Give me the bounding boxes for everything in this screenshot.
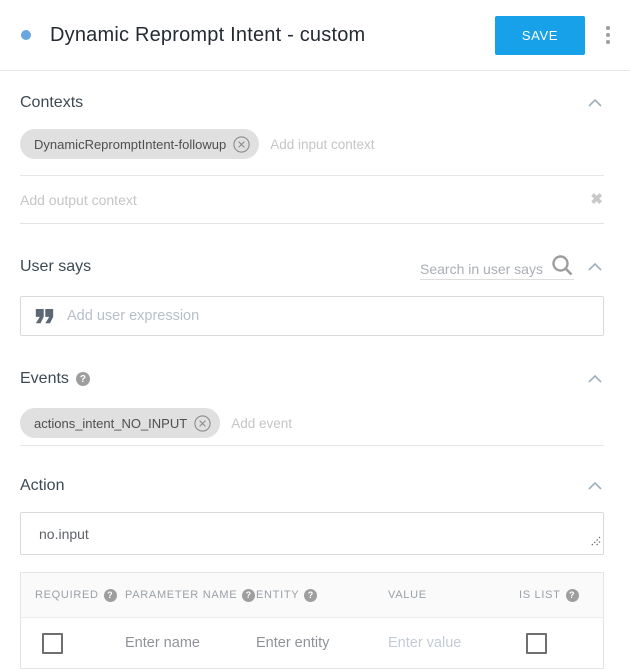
divider	[20, 445, 604, 446]
required-checkbox[interactable]	[42, 633, 63, 654]
add-output-context-field[interactable]	[20, 192, 589, 208]
events-section: Events ? actions_intent_NO_INPUT	[20, 370, 604, 446]
add-event-field[interactable]	[231, 416, 604, 431]
entity-help-icon[interactable]: ?	[304, 589, 317, 602]
column-is-list: IS LIST ?	[505, 589, 603, 602]
column-value: VALUE	[374, 589, 505, 601]
quote-icon	[35, 309, 54, 324]
input-context-chip[interactable]: DynamicRepromptIntent-followup	[20, 129, 259, 159]
chevron-up-icon[interactable]	[586, 480, 604, 492]
intent-header: Dynamic Reprompt Intent - custom SAVE	[0, 0, 630, 71]
input-context-chip-label: DynamicRepromptIntent-followup	[34, 137, 226, 152]
search-icon[interactable]	[550, 253, 574, 277]
add-user-expression-field[interactable]	[67, 308, 589, 324]
more-options-icon[interactable]	[600, 20, 616, 50]
user-says-section: User says	[20, 253, 604, 336]
action-name-input[interactable]: no.input	[21, 513, 603, 554]
chevron-up-icon[interactable]	[586, 97, 604, 109]
contexts-section: Contexts DynamicRepromptIntent-followup …	[20, 94, 604, 224]
user-expression-box	[20, 296, 604, 336]
chevron-up-icon[interactable]	[586, 373, 604, 385]
clear-contexts-icon[interactable]: ✖	[589, 190, 604, 209]
column-parameter-name: PARAMETER NAME ?	[111, 589, 242, 602]
column-entity: ENTITY ?	[242, 589, 374, 602]
intent-status-dot-icon	[21, 30, 31, 40]
entity-field[interactable]	[256, 635, 374, 651]
remove-context-icon[interactable]	[233, 136, 250, 153]
value-field[interactable]	[388, 635, 505, 651]
chevron-up-icon[interactable]	[586, 261, 604, 273]
remove-event-icon[interactable]	[194, 415, 211, 432]
page-title: Dynamic Reprompt Intent - custom	[50, 24, 495, 47]
column-required: REQUIRED ?	[21, 589, 111, 602]
event-chip-label: actions_intent_NO_INPUT	[34, 416, 187, 431]
event-chip[interactable]: actions_intent_NO_INPUT	[20, 408, 220, 438]
user-says-heading: User says	[20, 258, 91, 276]
search-user-says-input[interactable]	[420, 261, 548, 277]
contexts-heading: Contexts	[20, 94, 83, 112]
parameters-header-row: REQUIRED ? PARAMETER NAME ? ENTITY ? VAL…	[21, 573, 603, 618]
parameter-row	[21, 618, 603, 668]
events-help-icon[interactable]: ?	[76, 372, 90, 386]
events-heading: Events	[20, 370, 69, 388]
is-list-checkbox[interactable]	[526, 633, 547, 654]
parameters-table: REQUIRED ? PARAMETER NAME ? ENTITY ? VAL…	[20, 572, 604, 669]
is-list-help-icon[interactable]: ?	[566, 589, 579, 602]
action-heading: Action	[20, 477, 64, 495]
action-section: Action no.input REQUIRED ? PARAMETER NAM…	[20, 477, 604, 669]
save-button[interactable]: SAVE	[495, 16, 585, 55]
add-input-context-field[interactable]	[270, 137, 604, 152]
parameter-name-field[interactable]	[125, 635, 242, 651]
